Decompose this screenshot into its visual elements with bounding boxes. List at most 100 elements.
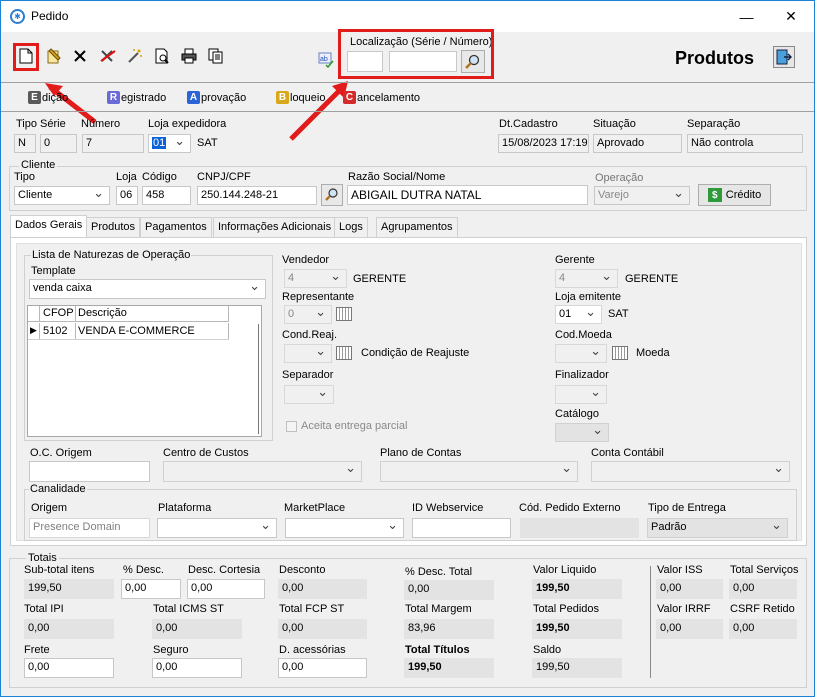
total-icms-st-field: 0,00 (152, 619, 242, 639)
frete-field[interactable]: 0,00 (24, 658, 114, 678)
totais-divider (650, 566, 651, 678)
pedido-window: ✱ Pedido — ✕ ab Localização (Série / Núm… (0, 0, 815, 697)
vendedor-select[interactable]: 4 (284, 269, 347, 288)
table-row[interactable]: ▶ 5102 VENDA E-COMMERCE (28, 323, 229, 340)
loja-expedidora-name: SAT (197, 137, 218, 149)
representante-select[interactable]: 0 (284, 305, 332, 324)
tipo-field: N (14, 134, 36, 153)
cnpj-field[interactable]: 250.144.248-21 (197, 186, 317, 205)
pdesc-total-field: 0,00 (404, 580, 494, 600)
id-webservice-label: ID Webservice (412, 502, 484, 514)
seguro-field[interactable]: 0,00 (152, 658, 242, 678)
cond-reaj-grid-icon[interactable] (336, 346, 352, 360)
template-label: Template (31, 265, 76, 277)
row-pointer-icon: ▶ (30, 325, 37, 335)
tab-logs[interactable]: Logs (334, 217, 368, 237)
total-pedidos-field: 199,50 (532, 619, 622, 639)
desc-cortesia-field[interactable]: 0,00 (187, 579, 265, 599)
edicao-letter-icon: E (28, 91, 41, 104)
plataforma-label: Plataforma (158, 502, 212, 514)
grid-header-descricao: Descrição (75, 306, 229, 322)
loja-emitente-name: SAT (608, 308, 629, 320)
conta-contabil-select[interactable] (591, 461, 790, 482)
tab-produtos[interactable]: Produtos (86, 217, 141, 237)
total-ipi-field: 0,00 (24, 619, 114, 639)
cliente-loja-field[interactable]: 06 (116, 186, 138, 205)
template-select[interactable]: venda caixa (29, 279, 266, 299)
grid-header-cfop: CFOP (39, 306, 75, 322)
centro-custos-label: Centro de Custos (163, 447, 249, 459)
id-webservice-field[interactable] (412, 518, 511, 538)
pdesc-label: % Desc. (123, 564, 164, 576)
cod-moeda-label: Cod.Moeda (555, 329, 612, 341)
grid-scrollbar[interactable] (258, 324, 259, 434)
valor-liquido-label: Valor Liquido (533, 564, 597, 576)
loja-emitente-select[interactable]: 01 (555, 305, 602, 324)
mode-registrado-label: egistrado (121, 91, 167, 104)
search-icon (325, 188, 338, 201)
plano-contas-select[interactable] (380, 461, 578, 482)
situacao-field: Aprovado (593, 134, 682, 153)
cliente-search-button[interactable] (321, 184, 343, 206)
tipo-entrega-select[interactable]: Padrão (647, 518, 788, 538)
csrf-retido-label: CSRF Retido (730, 603, 795, 615)
mode-registrado: Registrado (107, 91, 166, 104)
separador-select[interactable] (284, 385, 334, 404)
pdesc-field[interactable]: 0,00 (121, 579, 181, 599)
grid-header: CFOP Descrição (28, 306, 229, 322)
cancelamento-letter-icon: C (343, 91, 356, 104)
numero-field: 7 (82, 134, 144, 153)
cond-reaj-select[interactable] (284, 344, 332, 363)
frete-label: Frete (24, 644, 50, 656)
total-icms-st-label: Total ICMS ST (153, 603, 224, 615)
loja-emitente-label: Loja emitente (555, 291, 622, 303)
desc-cortesia-label: Desc. Cortesia (188, 564, 261, 576)
origem-field[interactable]: Presence Domain (29, 518, 150, 538)
loja-exp-value: 01 (152, 137, 167, 149)
centro-custos-select[interactable] (163, 461, 362, 482)
representante-grid-icon[interactable] (336, 307, 352, 321)
d-acessorias-field[interactable]: 0,00 (278, 658, 367, 678)
finalizador-select[interactable] (555, 385, 607, 404)
conta-contabil-label: Conta Contábil (591, 447, 664, 459)
mode-cancelamento-label: ancelamento (357, 91, 420, 104)
mode-bloqueio-label: loqueio (290, 91, 326, 104)
representante-label: Representante (282, 291, 355, 303)
oc-origem-label: O.C. Origem (30, 447, 92, 459)
catalogo-select (555, 423, 609, 442)
plataforma-select[interactable] (157, 518, 277, 538)
operacao-select: Varejo (594, 186, 690, 205)
tab-informacoes-adicionais[interactable]: Informações Adicionais (213, 217, 337, 237)
razao-social-field[interactable]: ABIGAIL DUTRA NATAL (347, 185, 588, 205)
oc-origem-field[interactable] (29, 461, 150, 482)
tab-dados-gerais[interactable]: Dados Gerais (10, 215, 88, 238)
desconto-field: 0,00 (278, 579, 367, 599)
mode-edicao: Edição (28, 91, 68, 104)
cliente-tipo-select[interactable]: Cliente (14, 186, 110, 205)
cond-reaj-desc: Condição de Reajuste (361, 347, 470, 359)
origem-label: Origem (31, 502, 68, 514)
total-titulos-label: Total Títulos (405, 644, 470, 656)
aceita-entrega-checkbox[interactable] (286, 421, 297, 432)
tab-agrupamentos[interactable]: Agrupamentos (376, 217, 458, 237)
marketplace-select[interactable] (285, 518, 404, 538)
cod-moeda-select[interactable] (555, 344, 607, 363)
tab-pagamentos[interactable]: Pagamentos (140, 217, 212, 237)
total-margem-field: 83,96 (404, 619, 494, 639)
cond-reaj-label: Cond.Reaj. (282, 329, 338, 341)
mode-bloqueio: Bloqueio (276, 91, 325, 104)
naturezas-grid: CFOP Descrição ▶ 5102 VENDA E-COMMERCE (27, 305, 262, 437)
catalogo-label: Catálogo (555, 408, 600, 420)
gerente-select[interactable]: 4 (555, 269, 618, 288)
mode-cancelamento: Cancelamento (343, 91, 420, 104)
loja-expedidora-label: Loja expedidora (148, 118, 227, 130)
total-margem-label: Total Margem (405, 603, 472, 615)
situacao-label: Situação (593, 118, 636, 130)
loja-expedidora-select[interactable]: 01 (148, 134, 191, 153)
credito-button[interactable]: $ Crédito (698, 184, 771, 206)
total-fcp-st-field: 0,00 (278, 619, 367, 639)
valor-irrf-field: 0,00 (656, 619, 723, 639)
cod-moeda-grid-icon[interactable] (612, 346, 628, 360)
cliente-codigo-field[interactable]: 458 (142, 186, 191, 205)
mode-edicao-label: dição (42, 91, 69, 104)
